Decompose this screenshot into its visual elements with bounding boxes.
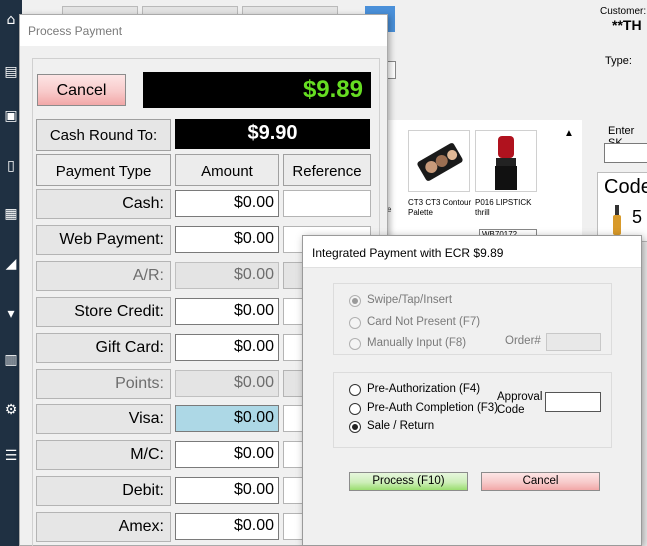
radio-label: Card Not Present (F7) <box>367 316 481 328</box>
amount-input[interactable]: $0.00 <box>175 190 279 217</box>
cash-round-value: $9.90 <box>175 119 370 149</box>
palette-icon <box>417 143 463 181</box>
payment-label: Debit: <box>36 476 171 506</box>
reference-input[interactable] <box>283 190 371 217</box>
menu-icon[interactable]: ☰ <box>3 448 19 464</box>
product-grid: CT3 CT3 Contour Palette P016 LIPSTICK th… <box>382 120 582 240</box>
radio-label: Pre-Auth Completion (F3) <box>367 402 499 414</box>
radio-dot <box>349 421 361 433</box>
customer-label: Customer: <box>600 6 647 17</box>
titlebar: Integrated Payment with ECR $9.89 <box>303 236 641 268</box>
phone-icon[interactable]: ▯ <box>3 158 19 174</box>
report-icon[interactable]: ▦ <box>3 206 19 222</box>
payment-label: Amex: <box>36 512 171 542</box>
bottle-icon <box>613 205 621 235</box>
order-input <box>546 333 601 351</box>
payment-label: Cash: <box>36 189 171 219</box>
approval-code-label: Approval Code <box>497 391 542 417</box>
payment-label: Visa: <box>36 404 171 434</box>
radio-dot <box>349 338 361 350</box>
approval-label-line: Approval <box>497 391 543 403</box>
product-tile[interactable] <box>475 130 537 192</box>
radio-label: Manually Input (F8) <box>367 337 467 349</box>
cash-round-label: Cash Round To: <box>36 119 171 151</box>
payment-label: Gift Card: <box>36 333 171 363</box>
header-reference: Reference <box>283 154 371 186</box>
pin-icon[interactable]: ▾ <box>3 306 19 322</box>
receipt-icon[interactable]: ▣ <box>3 108 19 124</box>
radio-label: Pre-Authorization (F4) <box>367 383 481 395</box>
amount-input[interactable]: $0.00 <box>175 405 279 432</box>
payment-label: Store Credit: <box>36 297 171 327</box>
dialog-title: Integrated Payment with ECR $9.89 <box>312 246 504 260</box>
radio-dot <box>349 384 361 396</box>
code-panel: Code 5 <box>597 172 647 242</box>
tag-icon[interactable]: ◢ <box>3 256 19 272</box>
cancel-button[interactable]: Cancel <box>37 74 126 106</box>
amount-input[interactable]: $0.00 <box>175 441 279 468</box>
window-title: Process Payment <box>28 24 123 38</box>
cancel-button[interactable]: Cancel <box>481 472 600 491</box>
amount-input[interactable]: $0.00 <box>175 334 279 361</box>
register-icon[interactable]: ▤ <box>3 64 19 80</box>
gear-icon[interactable]: ⚙ <box>3 402 19 418</box>
radio-label: Swipe/Tap/Insert <box>367 294 453 306</box>
process-button[interactable]: Process (F10) <box>349 472 468 491</box>
order-label: Order# <box>505 335 541 347</box>
customer-value: **TH <box>612 17 642 33</box>
product-tile[interactable] <box>408 130 470 192</box>
lipstick-icon <box>495 136 517 190</box>
amount-input[interactable]: $0.00 <box>175 226 279 253</box>
code-label: Code <box>604 176 647 198</box>
radio-dot <box>349 317 361 329</box>
integrated-payment-dialog: Integrated Payment with ECR $9.89 Swipe/… <box>302 235 642 546</box>
payment-label: Points: <box>36 369 171 399</box>
sku-input[interactable] <box>604 143 647 163</box>
code-number: 5 <box>632 207 643 227</box>
home-icon[interactable]: ⌂ <box>3 12 19 28</box>
approval-code-input[interactable] <box>545 392 601 412</box>
payment-label: A/R: <box>36 261 171 291</box>
radio-dot <box>349 403 361 415</box>
payment-row-cash: Cash: $0.00 <box>36 189 371 219</box>
header-payment-type: Payment Type <box>36 154 171 186</box>
product-name: P016 LIPSTICK thrill <box>475 198 532 217</box>
amount-input[interactable]: $0.00 <box>175 477 279 504</box>
amount-input[interactable]: $0.00 <box>175 513 279 540</box>
amount-input[interactable]: $0.00 <box>175 298 279 325</box>
titlebar: Process Payment <box>20 15 387 46</box>
radio-label: Sale / Return <box>367 420 435 432</box>
payment-label: Web Payment: <box>36 225 171 255</box>
radio-dot <box>349 295 361 307</box>
type-label: Type: <box>605 55 632 67</box>
total-display: $9.89 <box>143 72 371 108</box>
product-name: CT3 CT3 Contour Palette <box>408 198 472 217</box>
amount-input: $0.00 <box>175 370 279 397</box>
scroll-up-icon[interactable]: ▲ <box>562 128 576 142</box>
approval-label-line: Code <box>497 404 525 416</box>
document-icon[interactable]: ▥ <box>3 352 19 368</box>
payment-label: M/C: <box>36 440 171 470</box>
amount-input: $0.00 <box>175 262 279 289</box>
header-amount: Amount <box>175 154 279 186</box>
